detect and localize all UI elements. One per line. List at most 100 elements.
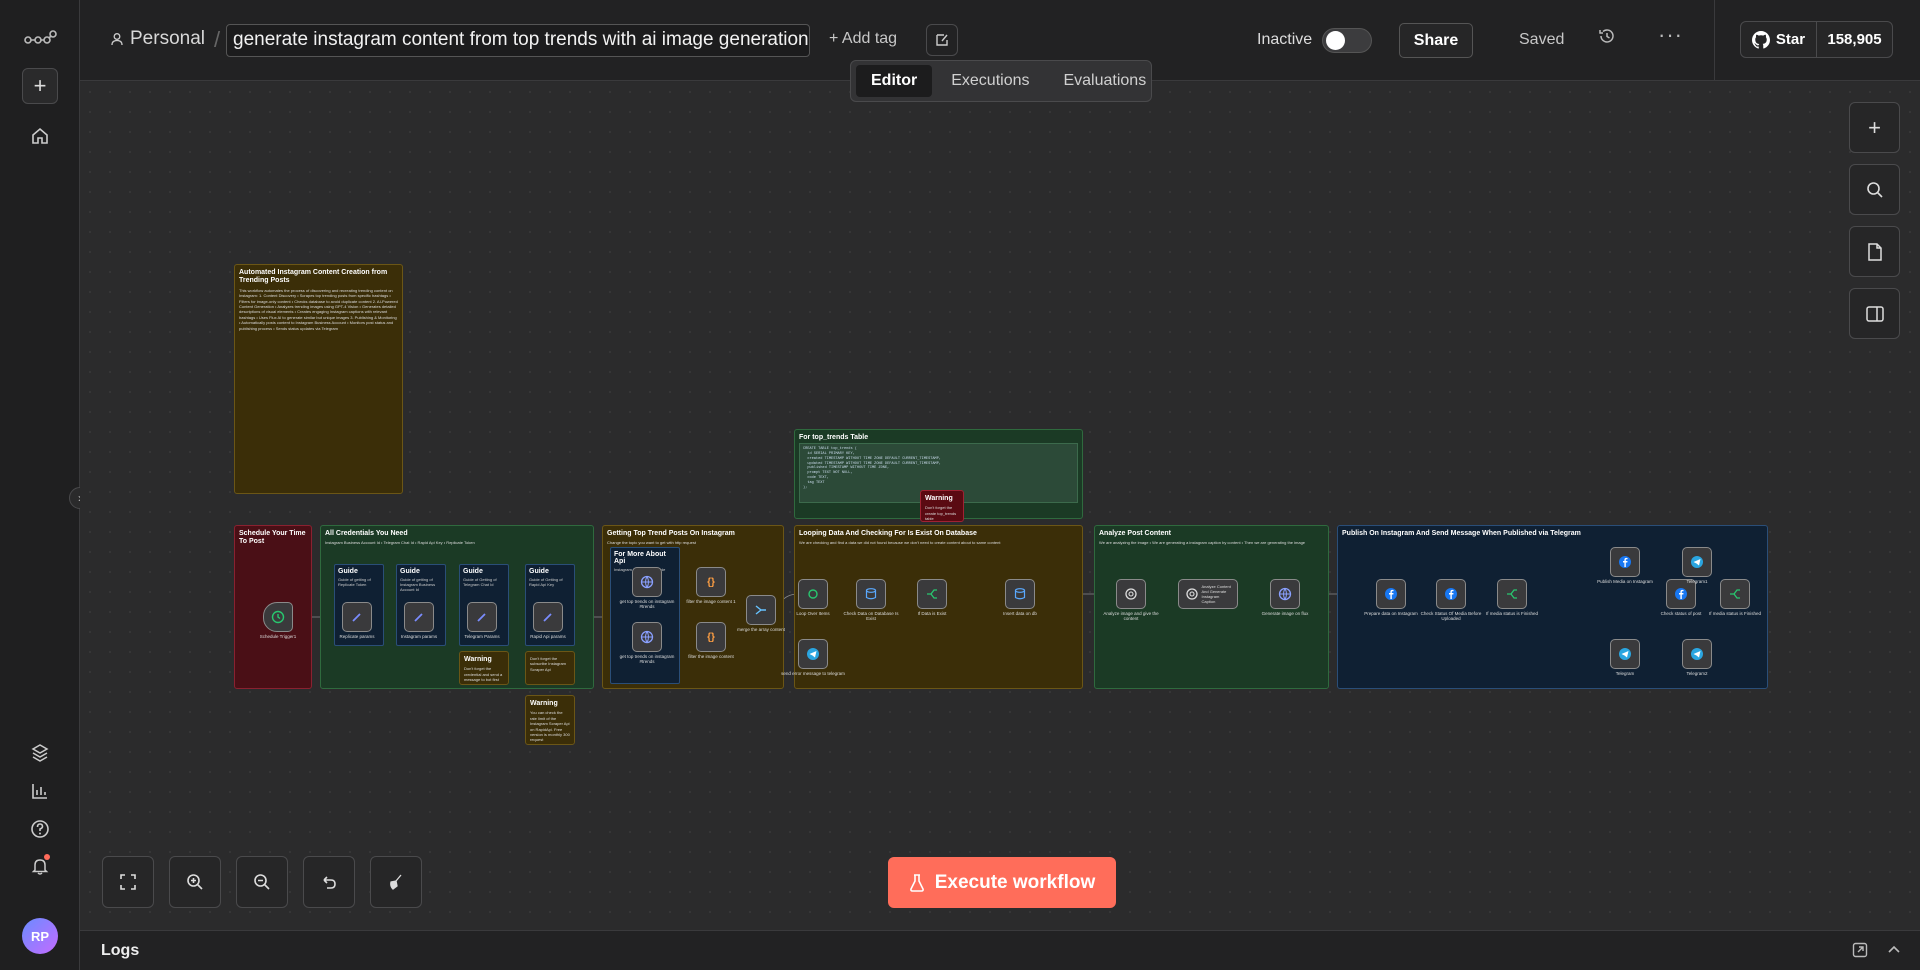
pencil-icon — [414, 613, 423, 622]
templates-icon[interactable] — [22, 735, 58, 771]
node-label: send error message to telegram — [781, 671, 845, 676]
code-braces-icon: {} — [707, 576, 715, 588]
zoom-out-button[interactable] — [236, 856, 288, 908]
edit-description-button[interactable] — [926, 24, 958, 56]
api-info-title: For More About Api — [614, 551, 666, 565]
globe-icon — [640, 575, 654, 589]
node-telegram-2[interactable] — [1682, 547, 1712, 577]
add-node-button[interactable]: + — [1849, 102, 1900, 153]
add-sticky-button[interactable] — [1849, 226, 1900, 277]
workflow-status-label: Inactive — [1257, 31, 1313, 48]
execute-workflow-button[interactable]: Execute workflow — [888, 857, 1116, 908]
node-telegram-3[interactable] — [1682, 639, 1712, 669]
tab-executions[interactable]: Executions — [936, 65, 1044, 97]
tab-editor[interactable]: Editor — [856, 65, 933, 97]
home-icon[interactable] — [22, 118, 58, 154]
node-label: merge the array content — [737, 627, 785, 632]
help-icon[interactable] — [22, 811, 58, 847]
sticky-warning-telegram[interactable]: Warning Don't forget the credential and … — [459, 651, 509, 685]
node-label: Rapid Api params — [530, 634, 566, 639]
flask-icon — [909, 873, 924, 892]
sticky-note-icon — [1867, 242, 1882, 261]
facebook-icon — [1385, 588, 1397, 600]
chevron-up-icon[interactable] — [1886, 941, 1902, 962]
node-send-error[interactable] — [798, 639, 828, 669]
node-loop[interactable] — [798, 579, 828, 609]
node-label: Insert data on db — [1003, 611, 1037, 616]
zoom-in-icon — [187, 874, 203, 890]
node-label: filter the image content — [688, 654, 734, 659]
tab-evaluations[interactable]: Evaluations — [1048, 65, 1161, 97]
node-filter-2[interactable]: {} — [696, 622, 726, 652]
sticky-warning-table[interactable]: Warning Don't forget the create top_tren… — [920, 490, 964, 522]
popout-icon[interactable] — [1852, 942, 1868, 963]
node-instagram-params[interactable] — [404, 602, 434, 632]
sticky-warning-subscribe[interactable]: Don't forget the subscribe Instagram Scr… — [525, 651, 575, 685]
node-publish-media[interactable] — [1610, 547, 1640, 577]
saved-status: Saved — [1519, 31, 1565, 48]
sticky-warning-ratelimit[interactable]: Warning You can check the rate limit of … — [525, 695, 575, 745]
guide-body: Guide of Getting of Rapid Api Key — [529, 577, 563, 588]
node-if-exist[interactable] — [917, 579, 947, 609]
reset-zoom-button[interactable] — [303, 856, 355, 908]
node-prepare-instagram[interactable] — [1376, 579, 1406, 609]
loop-icon — [808, 589, 818, 599]
node-insert-db[interactable] — [1005, 579, 1035, 609]
logs-panel[interactable]: Logs — [80, 930, 1920, 970]
node-filter-1[interactable]: {} — [696, 567, 726, 597]
node-rapidapi-params[interactable] — [533, 602, 563, 632]
project-name: Personal — [130, 28, 205, 49]
node-label: get top trends on instagram #trends — [619, 599, 675, 610]
history-icon[interactable] — [1598, 27, 1616, 50]
user-avatar[interactable]: RP — [22, 918, 58, 954]
telegram-icon — [807, 648, 819, 660]
warning-title: Warning — [464, 656, 492, 663]
node-label: If media status is Finished — [1708, 611, 1762, 616]
node-label: Analyze image and give the content — [1103, 611, 1159, 622]
activate-toggle[interactable] — [1322, 28, 1372, 53]
code-braces-icon: {} — [707, 631, 715, 643]
zoom-in-button[interactable] — [169, 856, 221, 908]
insights-icon[interactable] — [22, 773, 58, 809]
node-merge[interactable] — [746, 595, 776, 625]
guide-body: Guide of Getting of Telegram Chat Id — [463, 577, 497, 588]
breadcrumb-project[interactable]: Personal — [110, 28, 205, 50]
search-nodes-button[interactable] — [1849, 164, 1900, 215]
node-check-db[interactable] — [856, 579, 886, 609]
node-schedule-trigger[interactable] — [263, 602, 293, 632]
toggle-panel-button[interactable] — [1849, 288, 1900, 339]
node-analyze-image[interactable] — [1116, 579, 1146, 609]
node-generate-image[interactable] — [1270, 579, 1300, 609]
create-button[interactable]: + — [22, 68, 58, 104]
workflow-name-input[interactable]: generate instagram content from top tren… — [226, 24, 810, 57]
node-caption-agent[interactable]: Analyze Content And Generate Instagram C… — [1178, 579, 1238, 609]
user-icon — [111, 33, 123, 46]
node-label: Publish Media on Instagram — [1597, 579, 1653, 584]
sticky-overview[interactable]: Automated Instagram Content Creation fro… — [234, 264, 403, 494]
tidy-up-button[interactable] — [370, 856, 422, 908]
add-tag-button[interactable]: + Add tag — [829, 30, 897, 48]
node-get-trends-2[interactable] — [632, 622, 662, 652]
workflow-canvas[interactable]: Automated Instagram Content Creation fro… — [80, 82, 1920, 930]
sticky-trend-body: Change the topic you want to get with ht… — [607, 540, 696, 546]
node-if-media-1[interactable] — [1497, 579, 1527, 609]
notifications-icon[interactable] — [22, 848, 58, 884]
n8n-logo-icon[interactable] — [22, 20, 58, 56]
node-check-media[interactable] — [1436, 579, 1466, 609]
node-get-trends-1[interactable] — [632, 567, 662, 597]
github-star-button[interactable]: Star — [1741, 22, 1817, 57]
node-replicate-params[interactable] — [342, 602, 372, 632]
sticky-overview-body: This workflow automates the process of d… — [239, 287, 398, 331]
node-label: Instagram params — [400, 634, 438, 639]
github-star-widget[interactable]: Star 158,905 — [1740, 21, 1893, 58]
edit-note-icon — [936, 34, 948, 46]
sticky-loop-body: We are checking and find a data we did n… — [799, 540, 1001, 546]
guide-title: Guide — [463, 568, 483, 575]
more-options-button[interactable]: ··· — [1658, 22, 1683, 48]
header-divider — [1714, 0, 1715, 81]
search-icon — [1866, 181, 1883, 198]
node-telegram-params[interactable] — [467, 602, 497, 632]
fit-view-button[interactable] — [102, 856, 154, 908]
node-telegram-1[interactable] — [1610, 639, 1640, 669]
share-button[interactable]: Share — [1399, 23, 1473, 58]
